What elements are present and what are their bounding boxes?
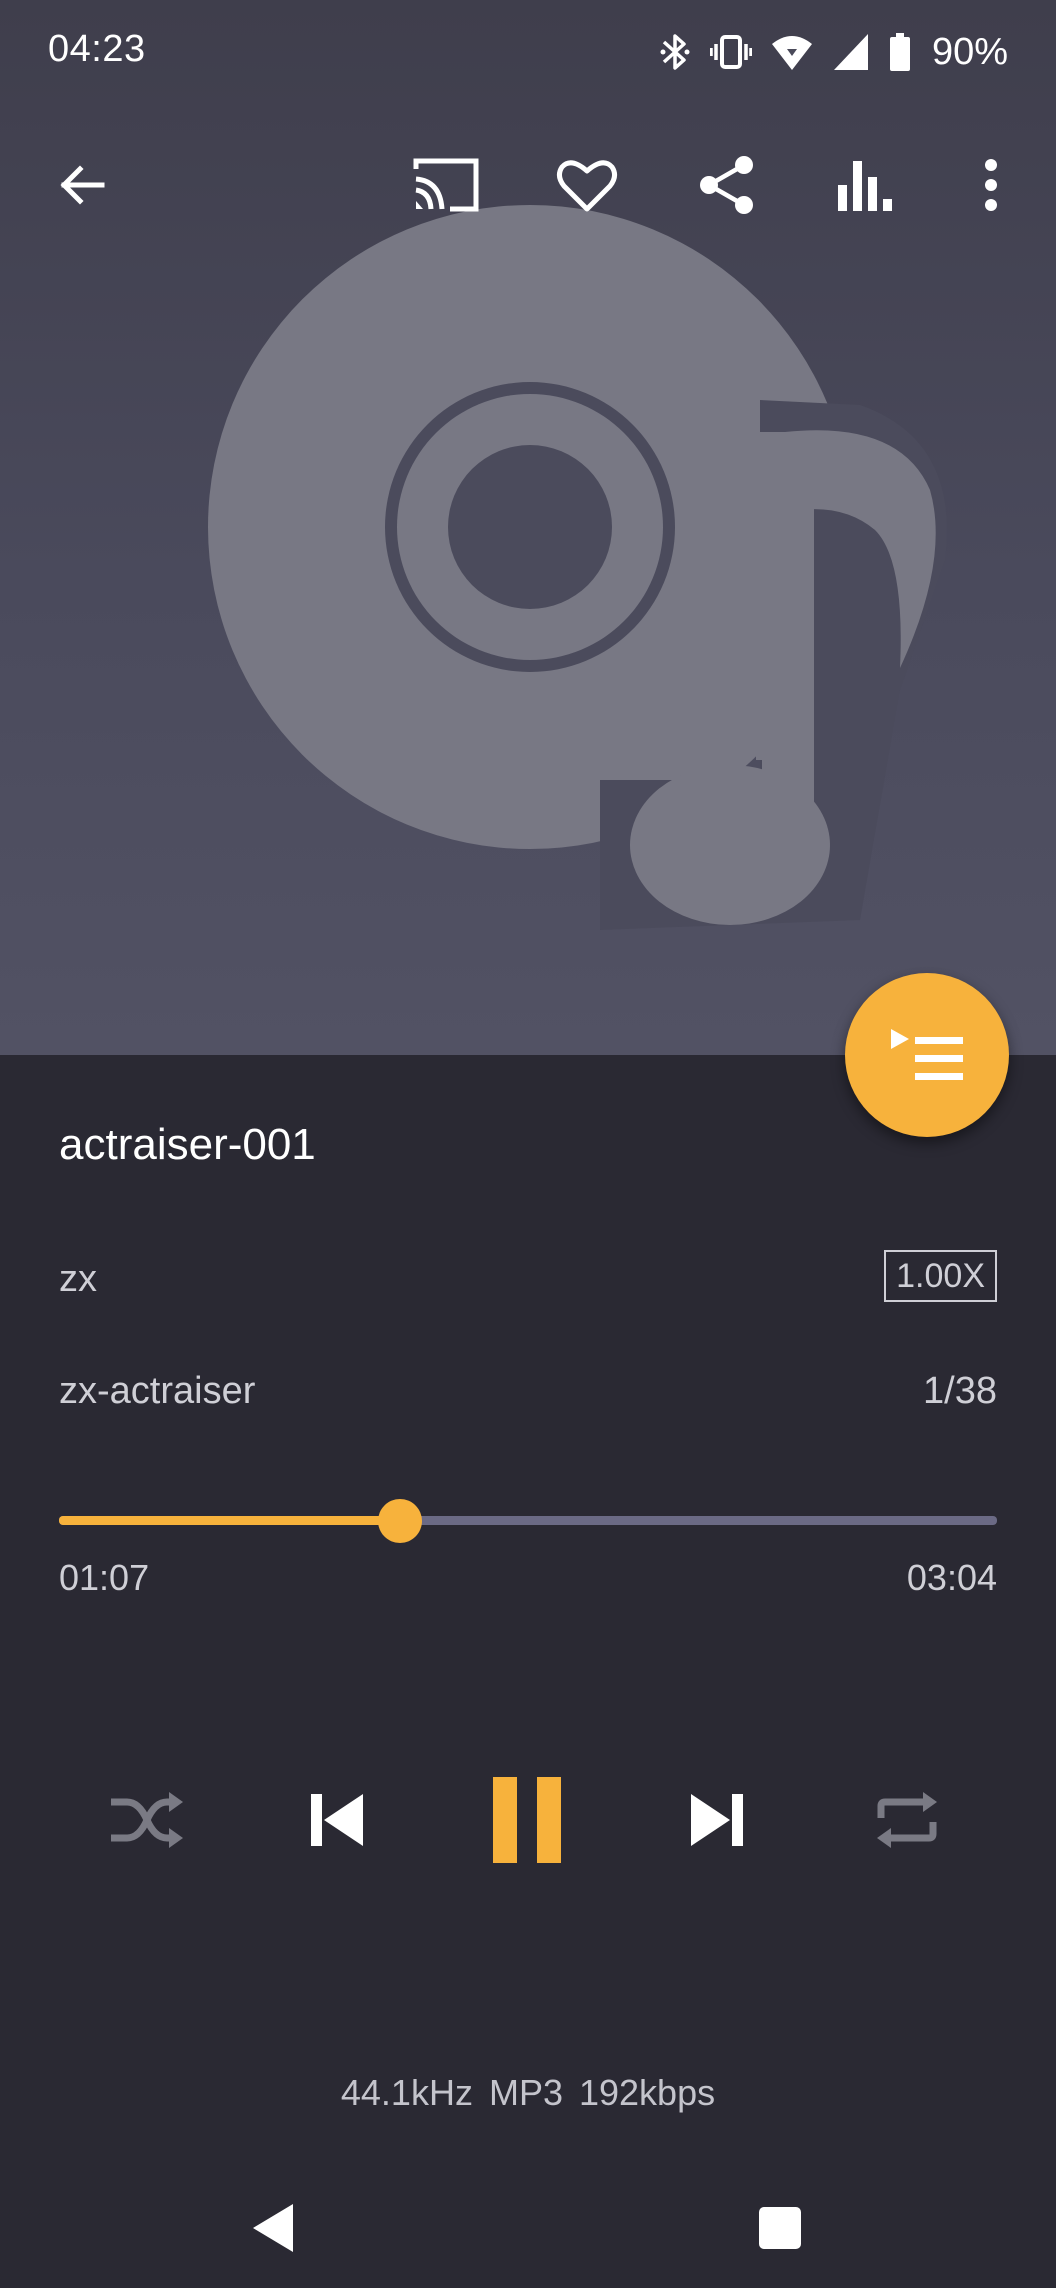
repeat-button[interactable] [857, 1770, 957, 1870]
track-album[interactable]: zx-actraiser [59, 1370, 255, 1413]
more-options-button[interactable] [946, 140, 1036, 230]
audio-format-info: 44.1kHz MP3 192kbps [340, 2072, 716, 2113]
vibrate-icon [709, 35, 752, 69]
system-nav-bar [0, 2168, 1056, 2288]
status-bar: 04:23 90% [0, 0, 1056, 104]
playback-speed-button[interactable]: 1.00X [884, 1250, 997, 1302]
playlist-play-icon [891, 1029, 963, 1080]
cellular-signal-icon [833, 34, 868, 70]
nav-back-button[interactable] [233, 2188, 313, 2268]
shuffle-icon [111, 1792, 183, 1848]
track-artist[interactable]: zx [59, 1258, 97, 1301]
equalizer-button[interactable] [822, 140, 912, 230]
cast-button[interactable] [400, 140, 490, 230]
wifi-icon [771, 36, 812, 70]
skip-next-icon [691, 1794, 743, 1846]
seek-bar[interactable] [59, 1499, 997, 1543]
top-toolbar [0, 140, 1056, 230]
share-button[interactable] [682, 140, 772, 230]
battery-percent: 90% [931, 30, 1008, 73]
back-triangle-icon [253, 2204, 293, 2252]
shuffle-button[interactable] [97, 1770, 197, 1870]
pause-icon [493, 1777, 561, 1863]
pause-button[interactable] [477, 1770, 577, 1870]
previous-track-button[interactable] [287, 1770, 387, 1870]
favorite-button[interactable] [542, 140, 632, 230]
nav-recents-button[interactable] [740, 2188, 820, 2268]
share-icon [700, 156, 753, 214]
seek-thumb[interactable] [378, 1499, 422, 1543]
cast-icon [413, 158, 479, 212]
status-icons: 90% [658, 28, 1008, 76]
next-track-button[interactable] [667, 1770, 767, 1870]
seek-progress [59, 1516, 400, 1525]
repeat-icon [877, 1792, 937, 1848]
more-vert-icon [985, 159, 997, 211]
equalizer-icon [838, 161, 892, 211]
battery-icon [889, 33, 910, 71]
skip-previous-icon [311, 1794, 363, 1846]
total-duration: 03:04 [906, 1557, 997, 1598]
status-time: 04:23 [48, 28, 146, 70]
recents-square-icon [759, 2207, 801, 2249]
queue-position: 1/38 [923, 1370, 997, 1412]
queue-button[interactable] [845, 973, 1009, 1137]
track-title: actraiser-001 [59, 1120, 316, 1169]
favorite-heart-icon [556, 160, 618, 212]
back-arrow-icon [60, 165, 105, 205]
now-playing-header: 04:23 90% [0, 0, 1056, 1055]
elapsed-time: 01:07 [59, 1557, 150, 1598]
back-button[interactable] [37, 140, 127, 230]
bluetooth-icon [660, 34, 690, 70]
